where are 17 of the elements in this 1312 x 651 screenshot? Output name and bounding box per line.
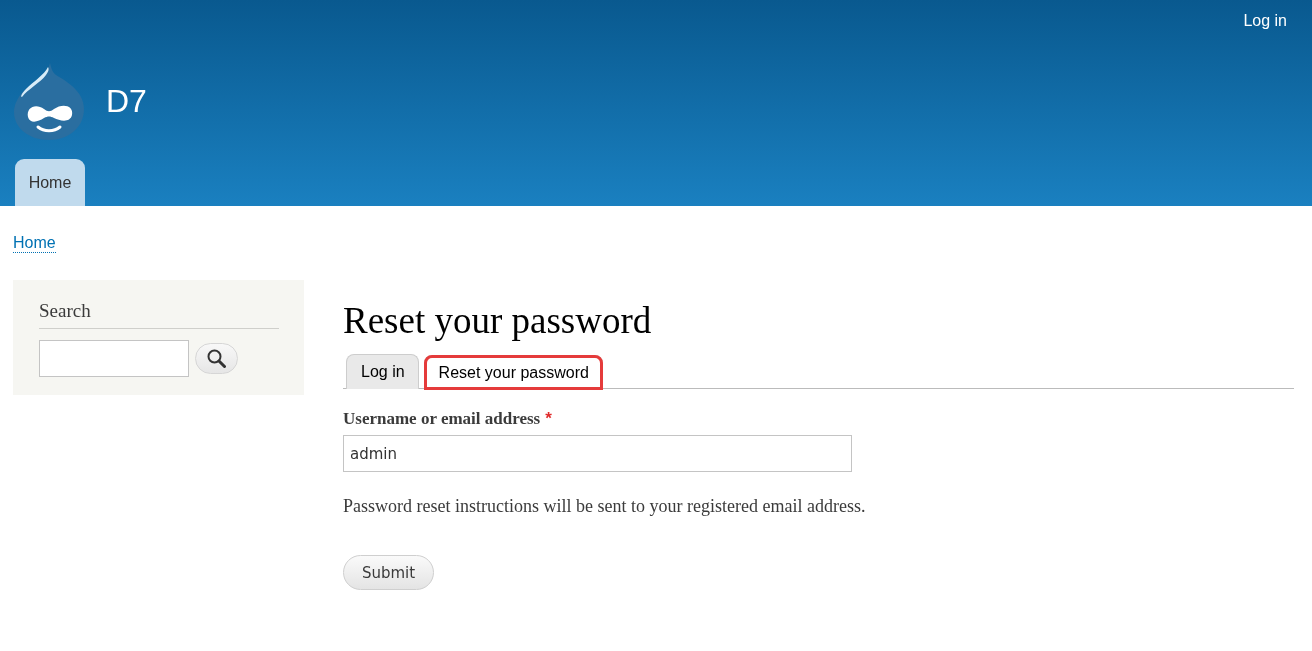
search-field[interactable] <box>39 340 189 377</box>
field-label: Username or email address * <box>343 408 552 430</box>
site-name: D7 <box>106 82 147 120</box>
search-button[interactable] <box>195 343 238 374</box>
field-description: Password reset instructions will be sent to your registered email address. <box>343 495 866 517</box>
submit-button[interactable]: Submit <box>343 555 434 590</box>
block-title: Search <box>39 299 279 329</box>
required-mark: * <box>545 409 552 428</box>
page-tab[interactable]: Log in <box>346 354 419 389</box>
login-link[interactable]: Log in <box>1243 11 1287 31</box>
nav-tab[interactable]: Home <box>15 159 85 206</box>
page-title: Reset your password <box>343 301 653 341</box>
username-field[interactable]: admin <box>343 435 852 472</box>
search-icon <box>207 349 226 368</box>
drop-logo[interactable] <box>14 61 84 141</box>
page-tab[interactable]: Reset your password <box>423 355 603 390</box>
breadcrumb-link[interactable]: Home <box>13 233 56 253</box>
